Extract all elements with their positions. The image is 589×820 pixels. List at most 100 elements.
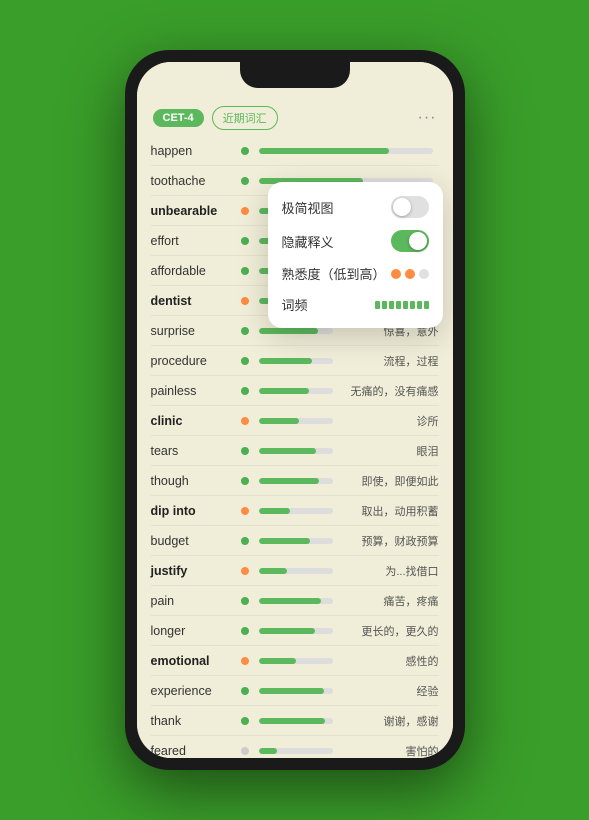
word-progress-fill [259,598,322,604]
word-text: longer [151,624,241,638]
word-text: though [151,474,241,488]
word-row[interactable]: happen [151,136,439,166]
word-text: procedure [151,354,241,368]
word-text: toothache [151,174,241,188]
word-progress-bar [259,598,333,604]
freq-seg-5 [403,301,408,309]
word-meaning: 经验 [339,683,439,699]
word-text: pain [151,594,241,608]
word-progress-fill [259,568,287,574]
word-progress-fill [259,478,320,484]
fam-dot-2 [405,269,415,279]
word-row[interactable]: experience经验 [151,676,439,706]
word-progress-bar [259,478,333,484]
hide-meaning-row: 隐藏释义 [282,230,429,252]
word-dot [241,207,249,215]
word-row[interactable]: tears眼泪 [151,436,439,466]
frequency-row: 词频 [282,295,429,314]
simple-view-toggle[interactable] [391,196,429,218]
word-meaning: 即使，即便如此 [339,473,439,489]
familiarity-row: 熟悉度（低到高） [282,264,429,283]
word-progress-fill [259,418,300,424]
word-dot [241,657,249,665]
word-dot [241,747,249,755]
word-dot [241,147,249,155]
word-text: feared [151,744,241,758]
word-progress-bar [259,718,333,724]
phone-screen: CET-4 近期词汇 ··· happentoothacheunbearable… [137,62,453,758]
word-dot [241,687,249,695]
word-row[interactable]: thank 谢谢，感谢 [151,706,439,736]
word-progress-fill [259,448,317,454]
word-text: surprise [151,324,241,338]
word-text: dip into [151,504,241,518]
notch [240,62,350,88]
word-dot [241,717,249,725]
word-progress-fill [259,328,318,334]
word-progress-bar [259,748,333,754]
word-text: clinic [151,414,241,428]
screen-content: CET-4 近期词汇 ··· happentoothacheunbearable… [137,62,453,758]
word-row[interactable]: pain痛苦，疼痛 [151,586,439,616]
word-progress-fill [259,388,309,394]
word-row[interactable]: longer 更长的，更久的 [151,616,439,646]
word-progress-bar [259,568,333,574]
word-meaning: 更长的，更久的 [339,623,439,639]
word-progress-bar [259,658,333,664]
word-row[interactable]: budget预算，财政预算 [151,526,439,556]
word-row[interactable]: clinic诊所 [151,406,439,436]
word-row[interactable]: though 即使，即便如此 [151,466,439,496]
toggle-knob [393,198,411,216]
word-progress-fill [259,748,278,754]
word-progress-fill [259,628,315,634]
word-progress-fill [259,718,326,724]
word-progress-fill [259,508,290,514]
familiarity-label: 熟悉度（低到高） [282,264,386,283]
word-dot [241,267,249,275]
word-meaning: 为...找借口 [339,563,439,579]
word-text: emotional [151,654,241,668]
fam-dot-1 [391,269,401,279]
word-row[interactable]: justify 为...找借口 [151,556,439,586]
word-progress-fill [259,358,312,364]
word-dot [241,297,249,305]
fam-dot-3 [419,269,429,279]
word-meaning: 取出，动用积蓄 [339,503,439,519]
settings-popup: 极简视图 隐藏释义 熟悉度（低到高） 词频 [268,182,443,328]
word-dot [241,507,249,515]
word-progress-bar [259,538,333,544]
hide-meaning-label: 隐藏释义 [282,232,334,251]
word-progress-bar [259,388,333,394]
frequency-label: 词频 [282,295,308,314]
familiarity-dots [391,269,429,279]
word-meaning: 感性的 [339,653,439,669]
word-text: dentist [151,294,241,308]
tag-recent[interactable]: 近期词汇 [212,106,278,130]
word-row[interactable]: feared 害怕的 [151,736,439,758]
tag-cet4[interactable]: CET-4 [153,109,204,127]
freq-seg-2 [382,301,387,309]
simple-view-row: 极简视图 [282,196,429,218]
word-text: tears [151,444,241,458]
word-text: justify [151,564,241,578]
word-dot [241,477,249,485]
word-progress-bar [259,328,333,334]
word-progress-bar [259,508,333,514]
word-text: thank [151,714,241,728]
word-dot [241,327,249,335]
word-row[interactable]: dip into 取出，动用积蓄 [151,496,439,526]
word-text: painless [151,384,241,398]
word-row[interactable]: painless无痛的，没有痛感 [151,376,439,406]
toggle-knob-2 [409,232,427,250]
simple-view-label: 极简视图 [282,198,334,217]
word-meaning: 谢谢，感谢 [339,713,439,729]
freq-seg-6 [410,301,415,309]
hide-meaning-toggle[interactable] [391,230,429,252]
word-meaning: 害怕的 [339,743,439,759]
more-options-button[interactable]: ··· [418,109,437,127]
word-row[interactable]: emotional 感性的 [151,646,439,676]
word-progress-fill [259,148,390,154]
freq-seg-8 [424,301,429,309]
word-progress-bar [259,418,333,424]
word-row[interactable]: procedure流程，过程 [151,346,439,376]
